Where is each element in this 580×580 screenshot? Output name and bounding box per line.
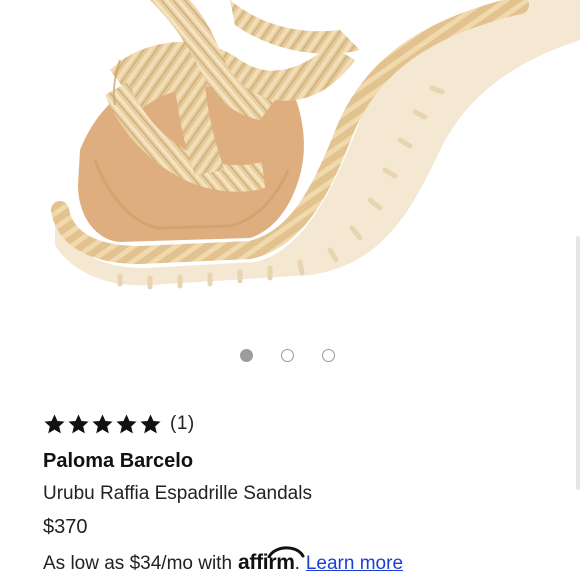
financing-text: As low as $34/mo with (43, 553, 233, 574)
affirm-arc-icon (267, 546, 305, 558)
product-info: (1) Paloma Barcelo Urubu Raffia Espadril… (43, 410, 563, 576)
product-page: (1) Paloma Barcelo Urubu Raffia Espadril… (0, 0, 580, 580)
page-scrollbar[interactable] (576, 236, 580, 490)
sandal-illustration (51, 0, 580, 290)
star-icon (68, 413, 89, 433)
star-icon (44, 413, 65, 433)
product-image[interactable] (0, 0, 580, 330)
carousel-dot-1[interactable] (240, 349, 253, 362)
carousel-dot-3[interactable] (322, 349, 335, 362)
image-carousel-pagination (240, 349, 335, 362)
product-price: $370 (43, 516, 88, 538)
review-count[interactable]: (1) (170, 413, 195, 435)
star-icon (116, 413, 137, 433)
learn-more-link[interactable]: Learn more (306, 552, 403, 576)
affirm-logo: affirm (238, 546, 305, 575)
carousel-dot-2[interactable] (281, 349, 294, 362)
affirm-financing: As low as $34/mo with affirm . Learn mor… (43, 546, 563, 576)
product-title: Urubu Raffia Espadrille Sandals (43, 483, 312, 504)
star-rating (43, 413, 162, 436)
brand-name[interactable]: Paloma Barcelo (43, 449, 563, 473)
rating-row[interactable]: (1) (43, 410, 563, 438)
star-icon (92, 413, 113, 433)
strap-top (230, 0, 360, 54)
star-icon (140, 413, 161, 433)
